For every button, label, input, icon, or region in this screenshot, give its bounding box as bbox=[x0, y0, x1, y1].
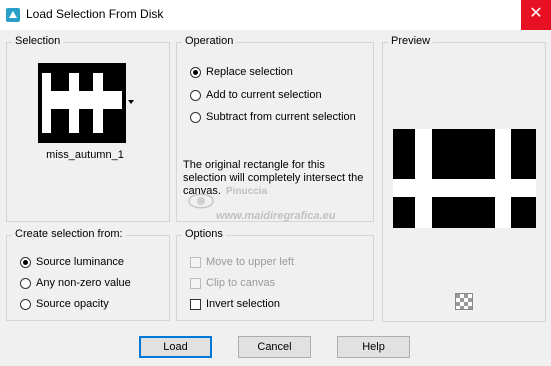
preview-image bbox=[393, 129, 536, 228]
selection-file-name: miss_autumn_1 bbox=[46, 149, 124, 161]
create-from-group-title: Create selection from: bbox=[12, 228, 126, 240]
radio-button[interactable] bbox=[190, 111, 201, 123]
radio-source-opacity[interactable]: Source opacity bbox=[20, 298, 109, 310]
close-icon: ✕ bbox=[529, 5, 543, 22]
checkbox-clip-to-canvas[interactable]: Clip to canvas bbox=[190, 277, 275, 289]
checkbox[interactable] bbox=[190, 256, 201, 268]
watermark-line1: Pinuccia bbox=[226, 186, 268, 197]
selection-thumbnail bbox=[38, 63, 126, 143]
app-icon bbox=[6, 8, 20, 22]
radio-button[interactable] bbox=[20, 298, 31, 310]
radio-label: Source opacity bbox=[36, 298, 109, 310]
selection-group-title: Selection bbox=[12, 35, 64, 47]
radio-label: Replace selection bbox=[206, 66, 293, 78]
radio-add-to-current-selection[interactable]: Add to current selection bbox=[190, 89, 322, 101]
radio-label: Add to current selection bbox=[206, 89, 322, 101]
radio-replace-selection[interactable]: Replace selection bbox=[190, 66, 293, 78]
selection-thumbnail-dropdown[interactable] bbox=[38, 63, 134, 143]
radio-button[interactable] bbox=[190, 89, 201, 101]
checkbox[interactable] bbox=[190, 298, 201, 310]
window-title: Load Selection From Disk bbox=[26, 7, 164, 21]
radio-any-non-zero-value[interactable]: Any non-zero value bbox=[20, 277, 131, 289]
transparency-toggle-icon[interactable] bbox=[455, 293, 473, 310]
radio-label: Subtract from current selection bbox=[206, 111, 356, 123]
close-button[interactable]: ✕ bbox=[521, 0, 551, 30]
checkbox-label: Invert selection bbox=[206, 298, 280, 310]
checkbox-move-to-upper-left[interactable]: Move to upper left bbox=[190, 256, 294, 268]
chevron-down-icon bbox=[128, 100, 134, 104]
watermark-logo-icon bbox=[188, 193, 214, 209]
load-button[interactable]: Load bbox=[139, 336, 212, 358]
help-button[interactable]: Help bbox=[337, 336, 410, 358]
checkbox[interactable] bbox=[190, 277, 201, 289]
radio-button[interactable] bbox=[20, 256, 31, 268]
watermark: Pinuccia www.maidiregrafica.eu bbox=[186, 186, 386, 226]
operation-group-title: Operation bbox=[182, 35, 237, 47]
title-bar: Load Selection From Disk ✕ bbox=[0, 0, 551, 30]
radio-button[interactable] bbox=[190, 66, 201, 78]
preview-group-title: Preview bbox=[388, 35, 434, 47]
cancel-button[interactable]: Cancel bbox=[238, 336, 311, 358]
radio-subtract-from-current-selection[interactable]: Subtract from current selection bbox=[190, 111, 356, 123]
radio-source-luminance[interactable]: Source luminance bbox=[20, 256, 124, 268]
options-group-title: Options bbox=[182, 228, 226, 240]
checkbox-label: Clip to canvas bbox=[206, 277, 276, 289]
checkbox-label: Move to upper left bbox=[206, 256, 295, 268]
radio-label: Source luminance bbox=[36, 256, 125, 268]
checkbox-invert-selection[interactable]: Invert selection bbox=[190, 298, 280, 310]
radio-button[interactable] bbox=[20, 277, 31, 289]
radio-label: Any non-zero value bbox=[36, 277, 131, 289]
watermark-line2: www.maidiregrafica.eu bbox=[216, 210, 336, 222]
